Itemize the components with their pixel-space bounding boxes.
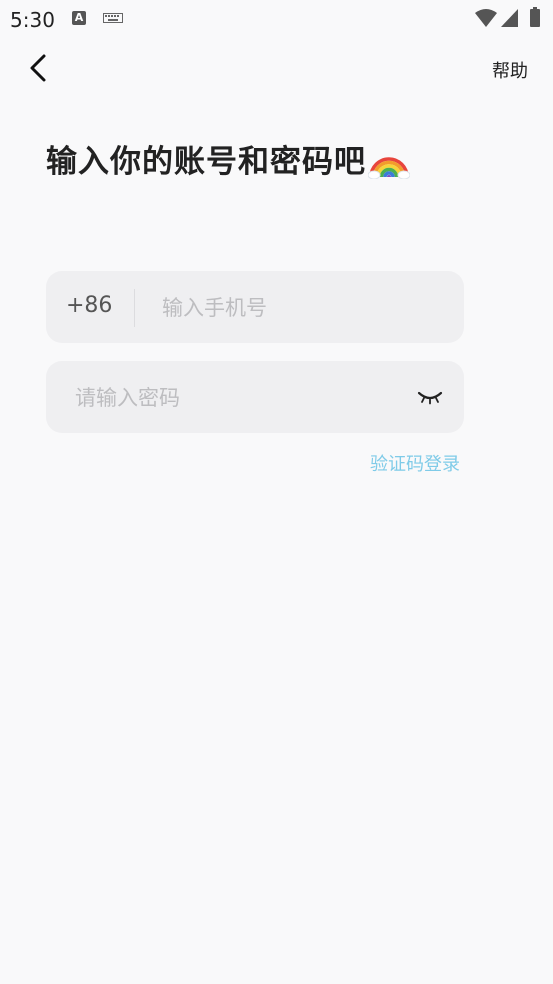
help-button[interactable]: 帮助 [492, 57, 528, 83]
country-code-selector[interactable]: +86 [66, 293, 112, 318]
page-title-text: 输入你的账号和密码吧 [46, 144, 366, 180]
page-title: 输入你的账号和密码吧 [46, 136, 410, 181]
signal-icon [501, 9, 518, 27]
password-input[interactable] [75, 376, 395, 420]
back-button[interactable] [24, 50, 56, 86]
status-time: 5:30 [10, 8, 55, 32]
phone-input[interactable] [162, 286, 442, 330]
keyboard-icon [103, 13, 123, 23]
battery-icon [530, 7, 540, 27]
rainbow-icon [368, 156, 410, 179]
country-code-divider [134, 289, 135, 327]
password-field [46, 361, 464, 433]
notification-a-icon: A [72, 11, 86, 25]
eye-closed-icon [417, 391, 443, 405]
chevron-left-icon [30, 54, 46, 82]
password-visibility-toggle[interactable] [416, 385, 444, 407]
phone-field: +86 [46, 271, 464, 343]
sms-code-login-link[interactable]: 验证码登录 [370, 450, 460, 476]
status-bar: 5:30 A [0, 0, 553, 38]
wifi-icon [475, 9, 497, 27]
